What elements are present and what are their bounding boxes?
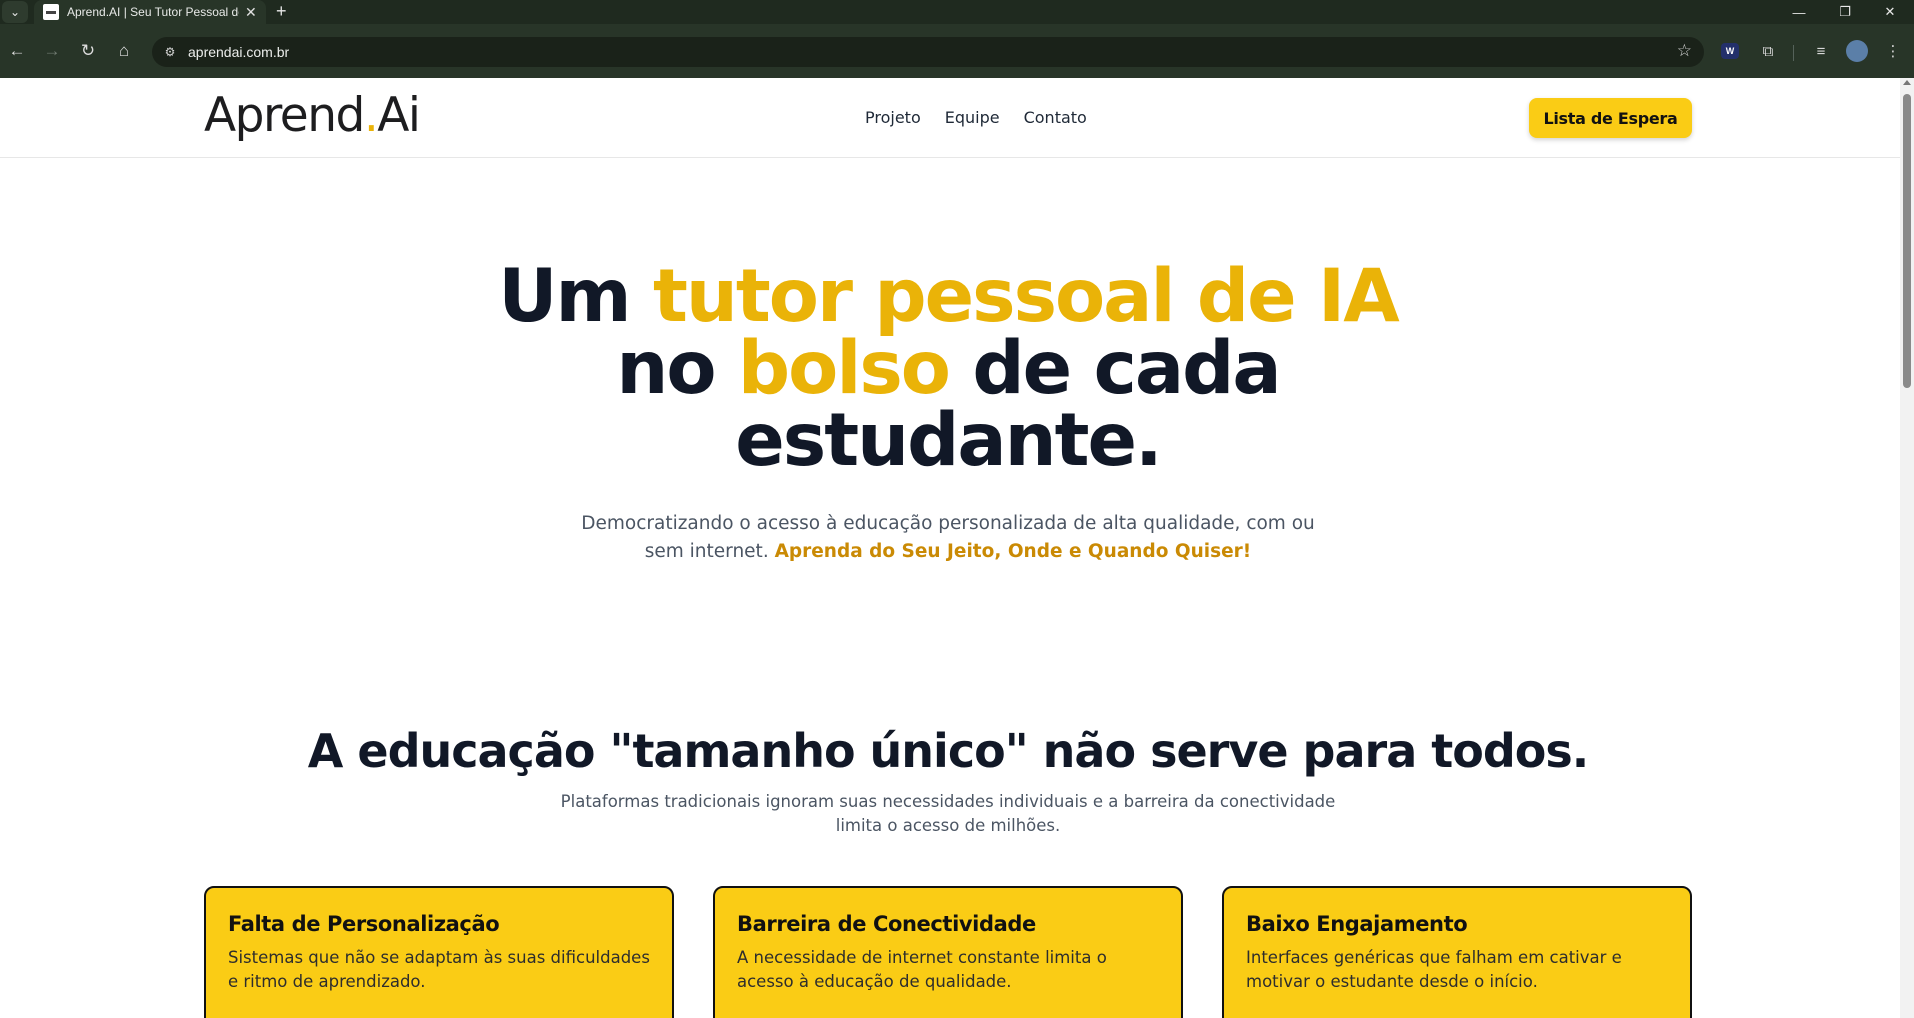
browser-toolbar: ← → ↻ ⌂ ⚙ aprendai.com.br ☆ W ⧉ ≡ ⋮ <box>0 24 1914 78</box>
card-title: Barreira de Conectividade <box>737 912 1036 936</box>
card-text: Interfaces genéricas que falham em cativ… <box>1246 948 1622 991</box>
site-header: Aprend.Ai Projeto Equipe Contato Lista d… <box>0 78 1900 158</box>
media-control-icon[interactable]: ≡ <box>1810 40 1832 62</box>
web-page: Aprend.Ai Projeto Equipe Contato Lista d… <box>0 78 1900 1018</box>
card-text: Sistemas que não se adaptam às suas difi… <box>228 948 650 991</box>
extensions-puzzle-icon[interactable]: ⧉ <box>1757 40 1779 62</box>
hero-subtitle-accent: Aprenda do Seu Jeito, Onde e Quando Quis… <box>774 541 1252 562</box>
reload-icon[interactable]: ↻ <box>75 38 101 64</box>
logo-text: Aprend <box>204 88 365 143</box>
back-icon[interactable]: ← <box>4 38 30 64</box>
problem-card-personalizacao: Falta de Personalização Sistemas que não… <box>204 886 674 1018</box>
hero-title-part: estudante. <box>735 398 1162 483</box>
site-info-icon[interactable]: ⚙ <box>160 42 180 62</box>
toolbar-divider <box>1793 45 1794 61</box>
main-nav: Projeto Equipe Contato <box>865 108 1111 127</box>
browser-tab-bar: ⌄ Aprend.AI | Seu Tutor Pessoal de IA ✕ … <box>0 0 1914 24</box>
bookmark-star-icon[interactable]: ☆ <box>1677 41 1692 61</box>
tab-title: Aprend.AI | Seu Tutor Pessoal de IA <box>67 5 239 19</box>
hero-subtitle: Democratizando o acesso à educação perso… <box>560 510 1336 566</box>
url-text[interactable]: aprendai.com.br <box>188 44 289 60</box>
menu-kebab-icon[interactable]: ⋮ <box>1882 40 1904 62</box>
profile-avatar[interactable] <box>1846 40 1868 62</box>
nav-link-projeto[interactable]: Projeto <box>865 108 921 127</box>
scrollbar-thumb[interactable] <box>1903 94 1911 388</box>
waitlist-button[interactable]: Lista de Espera <box>1529 98 1692 138</box>
minimize-icon[interactable]: — <box>1777 0 1821 24</box>
hero-title-part: no <box>616 326 738 411</box>
page-scrollbar[interactable] <box>1900 78 1914 1018</box>
hero-title: Um tutor pessoal de IA no bolso de cada es… <box>0 260 1896 477</box>
browser-tab[interactable]: Aprend.AI | Seu Tutor Pessoal de IA ✕ <box>34 0 266 24</box>
new-tab-icon[interactable]: + <box>276 0 287 24</box>
logo-dot: . <box>363 88 379 143</box>
tab-search-icon[interactable]: ⌄ <box>2 1 28 23</box>
scroll-up-arrow-icon[interactable] <box>1903 80 1911 85</box>
close-tab-icon[interactable]: ✕ <box>245 4 257 21</box>
card-title: Baixo Engajamento <box>1246 912 1468 936</box>
restore-icon[interactable]: ❐ <box>1823 0 1867 24</box>
card-title: Falta de Personalização <box>228 912 500 936</box>
problem-section-title: A educação "tamanho único" não serve par… <box>307 724 1589 778</box>
site-logo[interactable]: Aprend.Ai <box>204 88 421 143</box>
card-text: A necessidade de internet constante limi… <box>737 948 1107 991</box>
logo-suffix: Ai <box>377 88 421 143</box>
favicon-icon <box>43 4 59 20</box>
extension-w-icon[interactable]: W <box>1721 43 1739 59</box>
close-window-icon[interactable]: ✕ <box>1868 0 1912 24</box>
nav-link-equipe[interactable]: Equipe <box>945 108 1000 127</box>
problem-card-conectividade: Barreira de Conectividade A necessidade … <box>713 886 1183 1018</box>
forward-icon[interactable]: → <box>39 38 65 64</box>
problem-section-subtitle: Plataformas tradicionais ignoram suas ne… <box>560 792 1336 835</box>
problem-card-engajamento: Baixo Engajamento Interfaces genéricas q… <box>1222 886 1692 1018</box>
nav-link-contato[interactable]: Contato <box>1024 108 1087 127</box>
home-icon[interactable]: ⌂ <box>111 38 137 64</box>
address-bar[interactable]: ⚙ aprendai.com.br ☆ <box>152 37 1704 67</box>
